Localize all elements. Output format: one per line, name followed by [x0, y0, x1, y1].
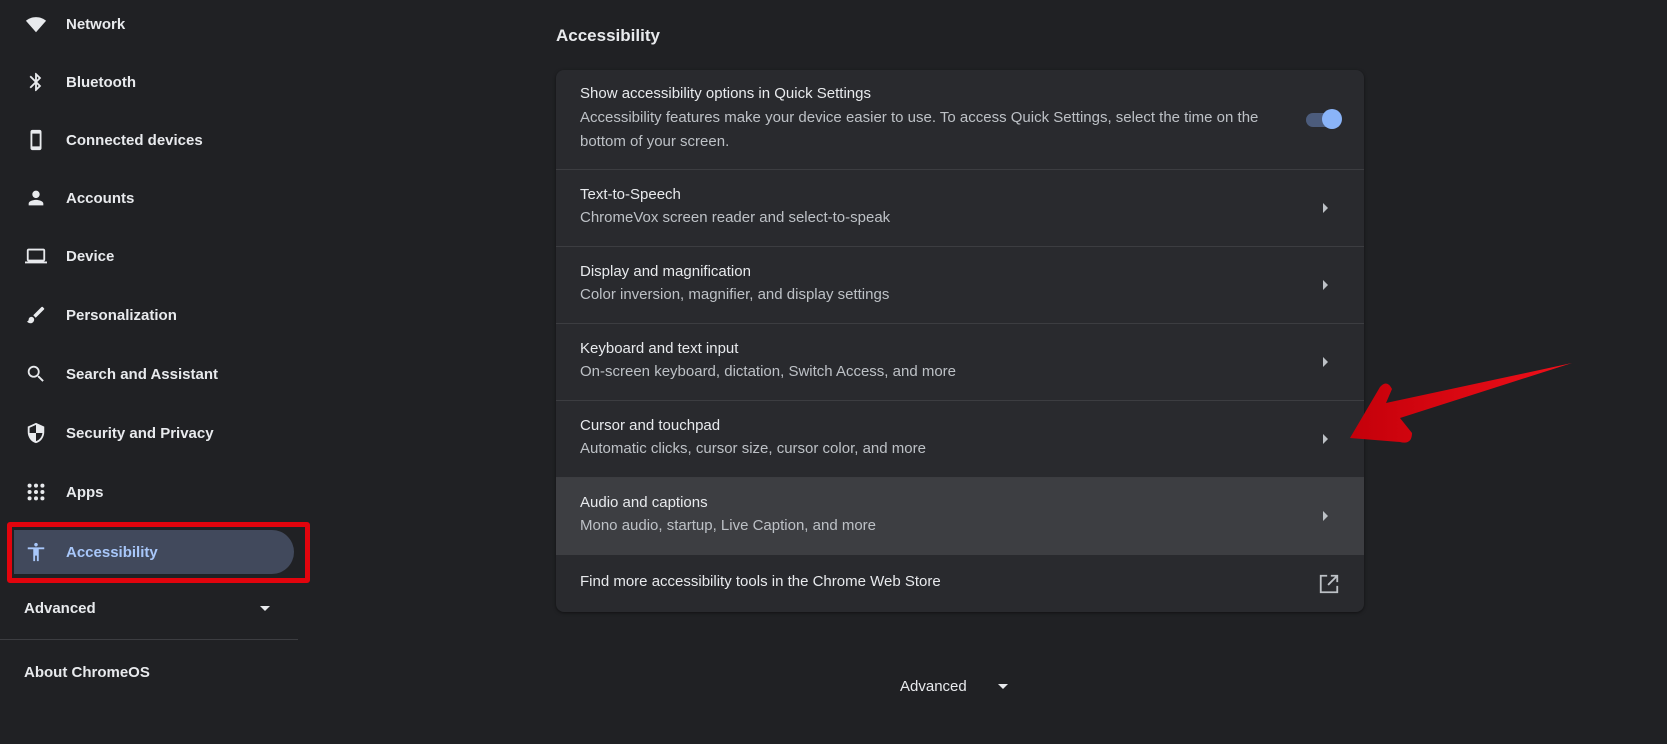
row-title: Cursor and touchpad: [580, 417, 721, 434]
phone-icon: [24, 128, 48, 152]
row-description: ChromeVox screen reader and select-to-sp…: [580, 209, 891, 226]
cursor-and-touchpad-row[interactable]: Cursor and touchpad Automatic clicks, cu…: [556, 401, 1364, 478]
shield-icon: [24, 421, 48, 445]
annotation-arrow: [1350, 363, 1572, 443]
caret-down-icon: [998, 684, 1008, 689]
apps-grid-icon: [24, 480, 48, 504]
row-title: Keyboard and text input: [580, 340, 739, 357]
sidebar-item-network[interactable]: Network: [0, 0, 294, 48]
sidebar-item-label: Connected devices: [66, 131, 203, 149]
row-description: Mono audio, startup, Live Caption, and m…: [580, 517, 877, 534]
person-icon: [24, 186, 48, 210]
sidebar-item-label: Accounts: [66, 189, 135, 207]
row-title: Show accessibility options in Quick Sett…: [580, 85, 871, 102]
brush-icon: [24, 303, 48, 327]
chevron-right-icon: [1323, 357, 1328, 367]
sidebar-item-label: Apps: [66, 483, 104, 501]
sidebar-advanced-label: Advanced: [24, 599, 96, 617]
search-icon: [24, 362, 48, 386]
bluetooth-icon: [24, 70, 48, 94]
sidebar-item-search-and-assistant[interactable]: Search and Assistant: [0, 350, 294, 398]
chevron-right-icon: [1323, 280, 1328, 290]
sidebar-item-security-and-privacy[interactable]: Security and Privacy: [0, 409, 294, 457]
quick-settings-row[interactable]: Show accessibility options in Quick Sett…: [556, 70, 1364, 170]
sidebar-item-about-chromeos[interactable]: About ChromeOS: [24, 664, 150, 681]
accessibility-settings-card: Show accessibility options in Quick Sett…: [556, 70, 1364, 612]
text-to-speech-row[interactable]: Text-to-Speech ChromeVox screen reader a…: [556, 170, 1364, 247]
sidebar-item-label: Device: [66, 247, 115, 265]
keyboard-and-text-input-row[interactable]: Keyboard and text input On-screen keyboa…: [556, 324, 1364, 401]
sidebar: Network Bluetooth Connected devices Acco…: [0, 0, 310, 744]
sidebar-advanced-toggle[interactable]: Advanced: [0, 590, 294, 626]
row-description: Accessibility features make your device …: [580, 109, 1259, 150]
quick-settings-toggle[interactable]: [1304, 108, 1342, 130]
row-description: Color inversion, magnifier, and display …: [580, 286, 890, 303]
main-advanced-label: Advanced: [900, 677, 967, 695]
row-description: Automatic clicks, cursor size, cursor co…: [580, 440, 926, 457]
sidebar-item-accounts[interactable]: Accounts: [0, 174, 294, 222]
sidebar-item-label: Search and Assistant: [66, 365, 218, 383]
display-and-magnification-row[interactable]: Display and magnification Color inversio…: [556, 247, 1364, 324]
settings-page: Network Bluetooth Connected devices Acco…: [0, 0, 1667, 744]
chevron-right-icon: [1323, 511, 1328, 521]
toggle-knob: [1322, 109, 1342, 129]
laptop-icon: [24, 244, 48, 268]
row-description: On-screen keyboard, dictation, Switch Ac…: [580, 363, 957, 380]
chevron-right-icon: [1323, 203, 1328, 213]
main-advanced-toggle[interactable]: Advanced: [900, 674, 1008, 698]
sidebar-item-device[interactable]: Device: [0, 232, 294, 280]
sidebar-item-label: Network: [66, 15, 126, 33]
sidebar-item-label: Accessibility: [66, 543, 158, 561]
row-title: Text-to-Speech: [580, 186, 681, 203]
sidebar-item-bluetooth[interactable]: Bluetooth: [0, 58, 294, 106]
sidebar-item-accessibility[interactable]: Accessibility: [0, 528, 294, 576]
caret-down-icon: [260, 606, 270, 611]
external-link-icon: [1318, 573, 1340, 595]
chevron-right-icon: [1323, 434, 1328, 444]
audio-and-captions-row[interactable]: Audio and captions Mono audio, startup, …: [556, 478, 1364, 555]
sidebar-item-connected-devices[interactable]: Connected devices: [0, 116, 294, 164]
wifi-icon: [24, 12, 48, 36]
sidebar-item-apps[interactable]: Apps: [0, 468, 294, 516]
sidebar-item-label: Security and Privacy: [66, 424, 214, 442]
sidebar-item-personalization[interactable]: Personalization: [0, 291, 294, 339]
sidebar-divider: [0, 639, 298, 640]
row-title: Find more accessibility tools in the Chr…: [580, 573, 941, 590]
row-title: Audio and captions: [580, 494, 708, 511]
chrome-web-store-link-row[interactable]: Find more accessibility tools in the Chr…: [556, 555, 1364, 612]
row-title: Display and magnification: [580, 263, 751, 280]
sidebar-item-label: Personalization: [66, 306, 177, 324]
page-title: Accessibility: [556, 26, 660, 45]
sidebar-item-label: Bluetooth: [66, 73, 136, 91]
accessibility-icon: [24, 540, 48, 564]
